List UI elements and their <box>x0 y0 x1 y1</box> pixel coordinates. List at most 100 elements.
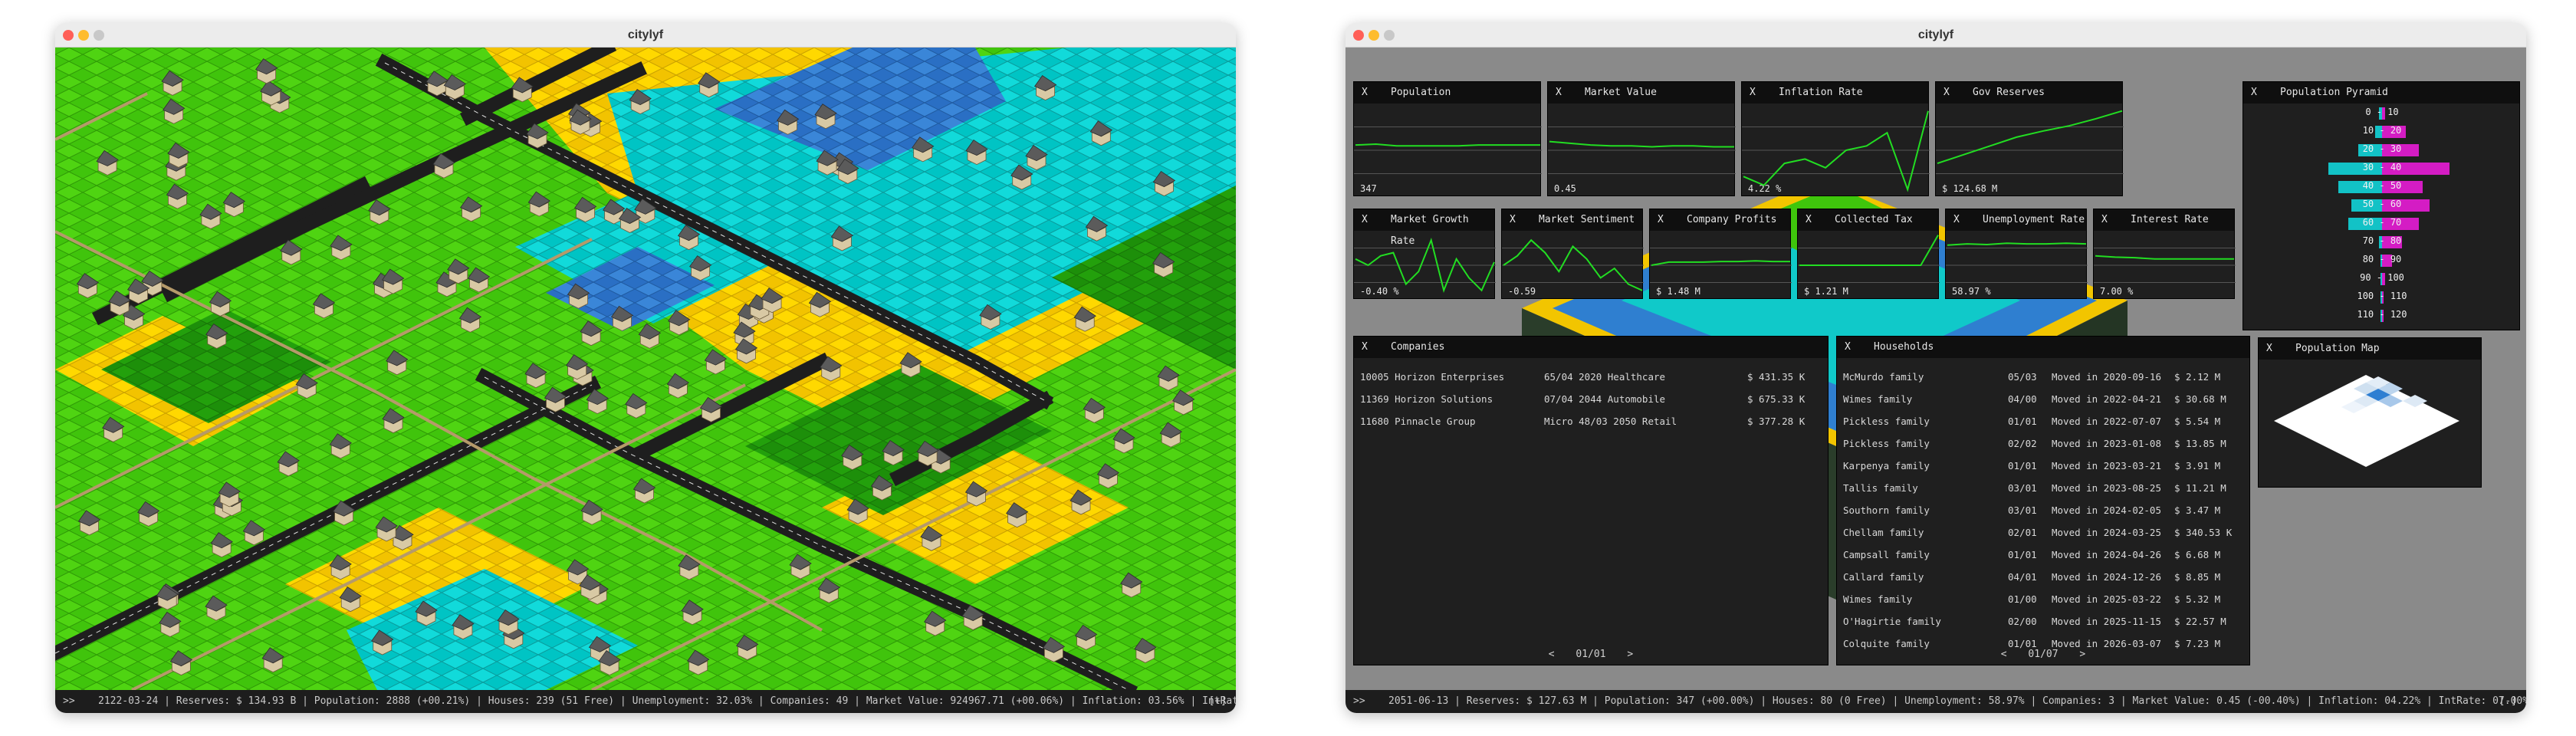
panel-header: X Population <box>1354 82 1540 104</box>
panel-title: Population Map <box>2295 343 2380 354</box>
household-name: Chellam family <box>1843 527 1924 538</box>
household-row[interactable]: Campsall family 01/01 Moved in 2024-04-2… <box>1843 544 2243 566</box>
graph-plot <box>1742 110 1930 192</box>
graph-panel: X Interest Rate 7.00 % <box>2093 209 2236 299</box>
pyramid-row: 60 - 70 <box>2243 215 2521 231</box>
household-row[interactable]: Southorn family 03/01 Moved in 2024-02-0… <box>1843 499 2243 521</box>
household-value: $ 6.68 M <box>2174 549 2221 560</box>
pyramid-age-label: 60 - 70 <box>2362 217 2402 228</box>
household-value: $ 30.68 M <box>2174 393 2226 405</box>
close-panel-button[interactable]: X <box>1750 82 1756 104</box>
household-value: $ 13.85 M <box>2174 438 2226 449</box>
graph-line <box>1549 140 1734 148</box>
household-row[interactable]: Pickless family 01/01 Moved in 2022-07-0… <box>1843 410 2243 432</box>
household-size: 01/01 <box>2008 416 2037 427</box>
status-bar: >> 2051-06-13 | Reserves: $ 127.63 M | P… <box>1346 690 2526 713</box>
pyramid-row: 110 - 120 <box>2243 307 2521 323</box>
close-panel-button[interactable]: X <box>2101 209 2108 231</box>
household-name: Pickless family <box>1843 438 1930 449</box>
pyramid-age-label: 50 - 60 <box>2362 199 2402 209</box>
graph-line <box>1947 242 2087 246</box>
page-indicator: 01/07 <box>2028 649 2058 660</box>
close-panel-button[interactable]: X <box>1362 337 1368 358</box>
next-page-button[interactable]: > <box>2079 649 2085 660</box>
console-prompt[interactable]: >> <box>1353 690 1365 713</box>
household-row[interactable]: Wimes family 01/00 Moved in 2025-03-22 $… <box>1843 588 2243 610</box>
pyramid-age-label: 90 - 100 <box>2360 272 2404 283</box>
collapse-button[interactable]: [-] <box>2499 690 2517 713</box>
population-heatmap <box>2274 375 2459 467</box>
household-row[interactable]: Pickless family 02/02 Moved in 2023-01-0… <box>1843 432 2243 455</box>
panel-title: Households <box>1874 341 1934 353</box>
household-value: $ 340.53 K <box>2174 527 2233 538</box>
graph-plot <box>1650 248 1792 283</box>
company-info: 07/04 2044 Automobile <box>1544 393 1666 405</box>
pyramid-age-label: 70 - 80 <box>2362 235 2402 246</box>
household-row[interactable]: McMurdo family 05/03 Moved in 2020-09-16… <box>1843 366 2243 388</box>
household-row[interactable]: Chellam family 02/01 Moved in 2024-03-25… <box>1843 521 2243 544</box>
company-row[interactable]: 10005 Horizon Enterprises 65/04 2020 Hea… <box>1360 366 1822 388</box>
dashboard-viewport: X Population 347 X Market Value 0.45 X I… <box>1346 48 2526 690</box>
household-size: 03/01 <box>2008 504 2037 516</box>
households-pager: < 01/07 > <box>1837 649 2249 660</box>
household-row[interactable]: Karpenya family 01/01 Moved in 2023-03-2… <box>1843 455 2243 477</box>
pyramid-age-label: 110 - 120 <box>2357 309 2407 320</box>
panel-header: X Population Map <box>2259 338 2481 360</box>
close-panel-button[interactable]: X <box>1556 82 1562 104</box>
company-name: 10005 Horizon Enterprises <box>1360 371 1505 383</box>
panel-title: Companies <box>1391 341 1445 353</box>
pyramid-age-label: 0 - 10 <box>2365 107 2399 117</box>
console-prompt[interactable]: >> <box>63 690 75 713</box>
panel-header: X Market Growth Rate <box>1354 209 1494 247</box>
households-panel: X Households McMurdo family 05/03 Moved … <box>1836 336 2250 665</box>
city-map-viewport[interactable] <box>55 48 1236 690</box>
isometric-city-map[interactable] <box>55 48 1236 690</box>
close-panel-button[interactable]: X <box>2266 338 2272 360</box>
company-name: 11369 Horizon Solutions <box>1360 393 1493 405</box>
household-name: McMurdo family <box>1843 371 1924 383</box>
company-value: $ 431.35 K <box>1747 371 1806 383</box>
graph-plot <box>1548 127 1736 174</box>
pyramid-row: 100 - 110 <box>2243 289 2521 304</box>
close-panel-button[interactable]: X <box>1362 82 1368 104</box>
household-row[interactable]: Tallis family 03/01 Moved in 2023-08-25 … <box>1843 477 2243 499</box>
household-name: Wimes family <box>1843 393 1913 405</box>
close-panel-button[interactable]: X <box>2251 82 2257 104</box>
prev-page-button[interactable]: < <box>2001 649 2007 660</box>
household-row[interactable]: O'Hagirtie family 02/00 Moved in 2025-11… <box>1843 610 2243 632</box>
panel-header: X Market Sentiment <box>1502 209 1642 231</box>
household-name: Pickless family <box>1843 416 1930 427</box>
graph-plot <box>1936 110 2124 174</box>
close-panel-button[interactable]: X <box>1944 82 1950 104</box>
close-panel-button[interactable]: X <box>1510 209 1516 231</box>
graph-plot <box>1946 242 2088 283</box>
close-panel-button[interactable]: X <box>1806 209 1812 231</box>
close-panel-button[interactable]: X <box>1953 209 1960 231</box>
household-moved: Moved in 2022-04-21 <box>2052 393 2161 405</box>
household-value: $ 5.54 M <box>2174 416 2221 427</box>
close-panel-button[interactable]: X <box>1658 209 1664 231</box>
household-row[interactable]: Callard family 04/01 Moved in 2024-12-26… <box>1843 566 2243 588</box>
graph-title: Population <box>1391 87 1451 98</box>
pyramid-row: 0 - 10 <box>2243 105 2521 120</box>
graph-line <box>1937 110 2123 165</box>
population-pyramid-panel: X Population Pyramid 0 - 10 10 - 20 20 -… <box>2242 81 2520 330</box>
prev-page-button[interactable]: < <box>1549 649 1555 660</box>
expand-button[interactable]: [+] <box>1209 690 1227 713</box>
company-value: $ 377.28 K <box>1747 416 1806 427</box>
next-page-button[interactable]: > <box>1627 649 1633 660</box>
graph-line <box>1355 143 1540 147</box>
household-name: O'Hagirtie family <box>1843 616 1941 627</box>
pyramid-row: 30 - 40 <box>2243 160 2521 176</box>
household-name: Southorn family <box>1843 504 1930 516</box>
close-panel-button[interactable]: X <box>1845 337 1851 358</box>
company-row[interactable]: 11369 Horizon Solutions 07/04 2044 Autom… <box>1360 388 1822 410</box>
panel-title: Population Pyramid <box>2280 87 2388 98</box>
household-moved: Moved in 2024-03-25 <box>2052 527 2161 538</box>
pyramid-row: 90 - 100 <box>2243 271 2521 286</box>
household-moved: Moved in 2024-12-26 <box>2052 571 2161 583</box>
pyramid-age-label: 100 - 110 <box>2357 291 2407 301</box>
household-row[interactable]: Wimes family 04/00 Moved in 2022-04-21 $… <box>1843 388 2243 410</box>
company-row[interactable]: 11680 Pinnacle Group Micro 48/03 2050 Re… <box>1360 410 1822 432</box>
close-panel-button[interactable]: X <box>1362 209 1368 231</box>
